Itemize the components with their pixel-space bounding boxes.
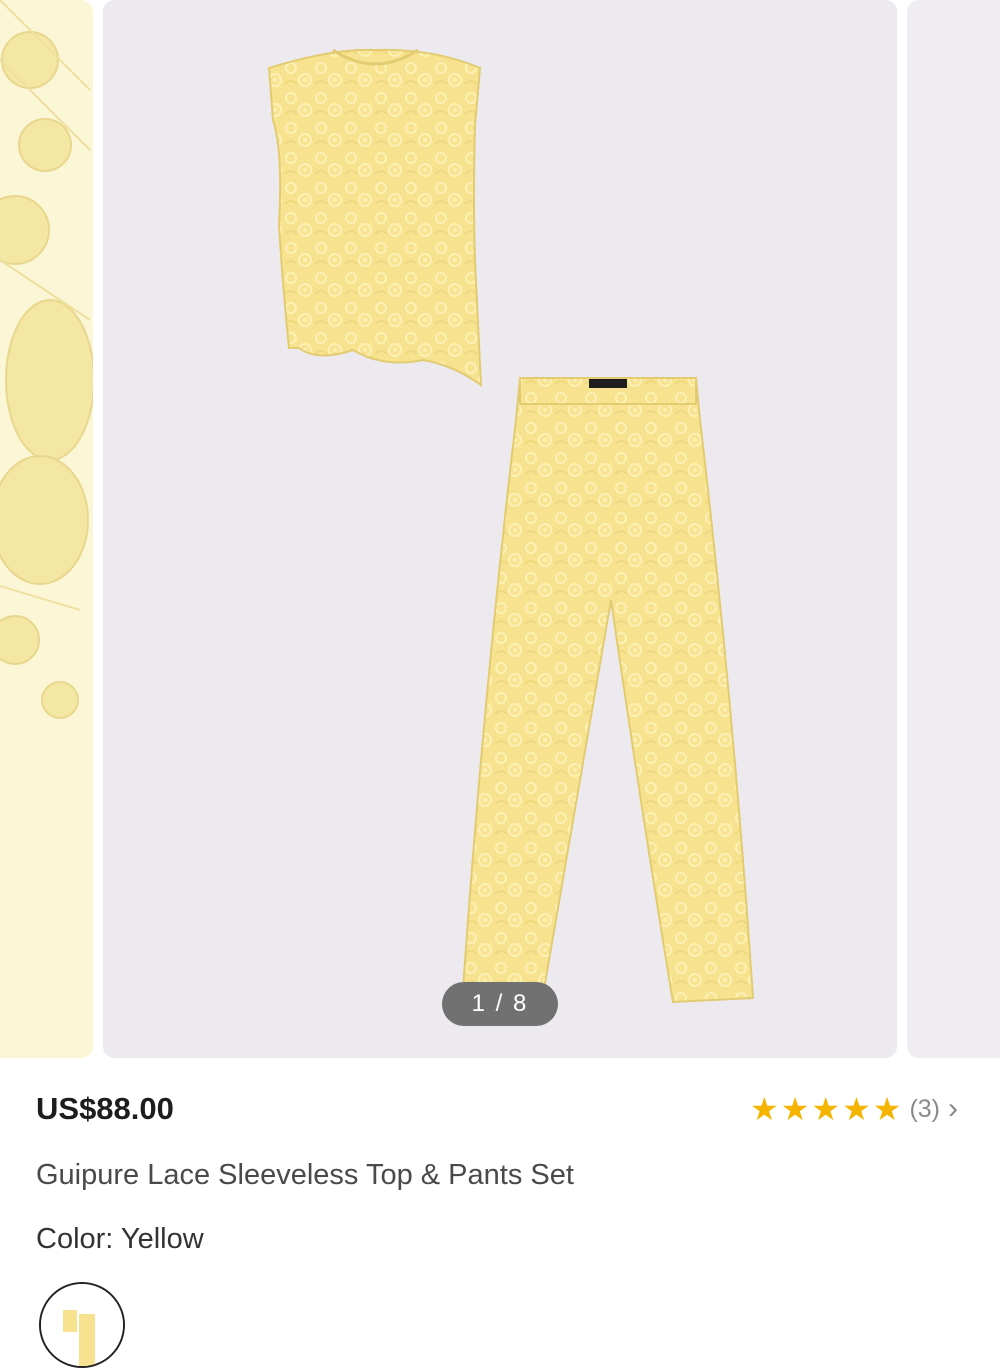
- star-icon: ★: [811, 1091, 841, 1127]
- product-image-gallery[interactable]: 1 / 8: [0, 0, 1000, 1058]
- chevron-right-icon: ›: [948, 1092, 958, 1125]
- product-image: [103, 0, 897, 1058]
- review-count: (3): [909, 1094, 940, 1123]
- rating-reviews-link[interactable]: ★ ★ ★ ★ ★ (3) ›: [750, 1093, 958, 1125]
- product-title: Guipure Lace Sleeveless Top & Pants Set: [36, 1159, 574, 1191]
- star-icon: ★: [750, 1091, 779, 1127]
- rating-stars: ★ ★ ★ ★ ★: [750, 1093, 901, 1125]
- product-info: US$88.00 ★ ★ ★ ★ ★ (3) › Guipure Lace Sl…: [0, 1058, 1000, 1368]
- star-icon: ★: [780, 1091, 810, 1127]
- color-swatch-yellow[interactable]: [39, 1282, 125, 1368]
- color-label: Color:: [36, 1223, 114, 1255]
- star-icon: ★: [872, 1091, 902, 1127]
- image-counter: 1 / 8: [442, 982, 558, 1026]
- product-price: US$88.00: [36, 1091, 174, 1126]
- color-selection-label: Color: Yellow: [36, 1223, 204, 1256]
- swatch-thumbnail: [41, 1284, 123, 1366]
- gallery-slide-previous[interactable]: [0, 0, 93, 1058]
- gallery-slide-next[interactable]: [907, 0, 1000, 1058]
- top-garment: [267, 48, 483, 388]
- color-value: Yellow: [120, 1223, 204, 1255]
- lace-closeup-image: [0, 0, 93, 1058]
- star-icon: ★: [842, 1091, 871, 1127]
- gallery-slide-main[interactable]: 1 / 8: [103, 0, 897, 1058]
